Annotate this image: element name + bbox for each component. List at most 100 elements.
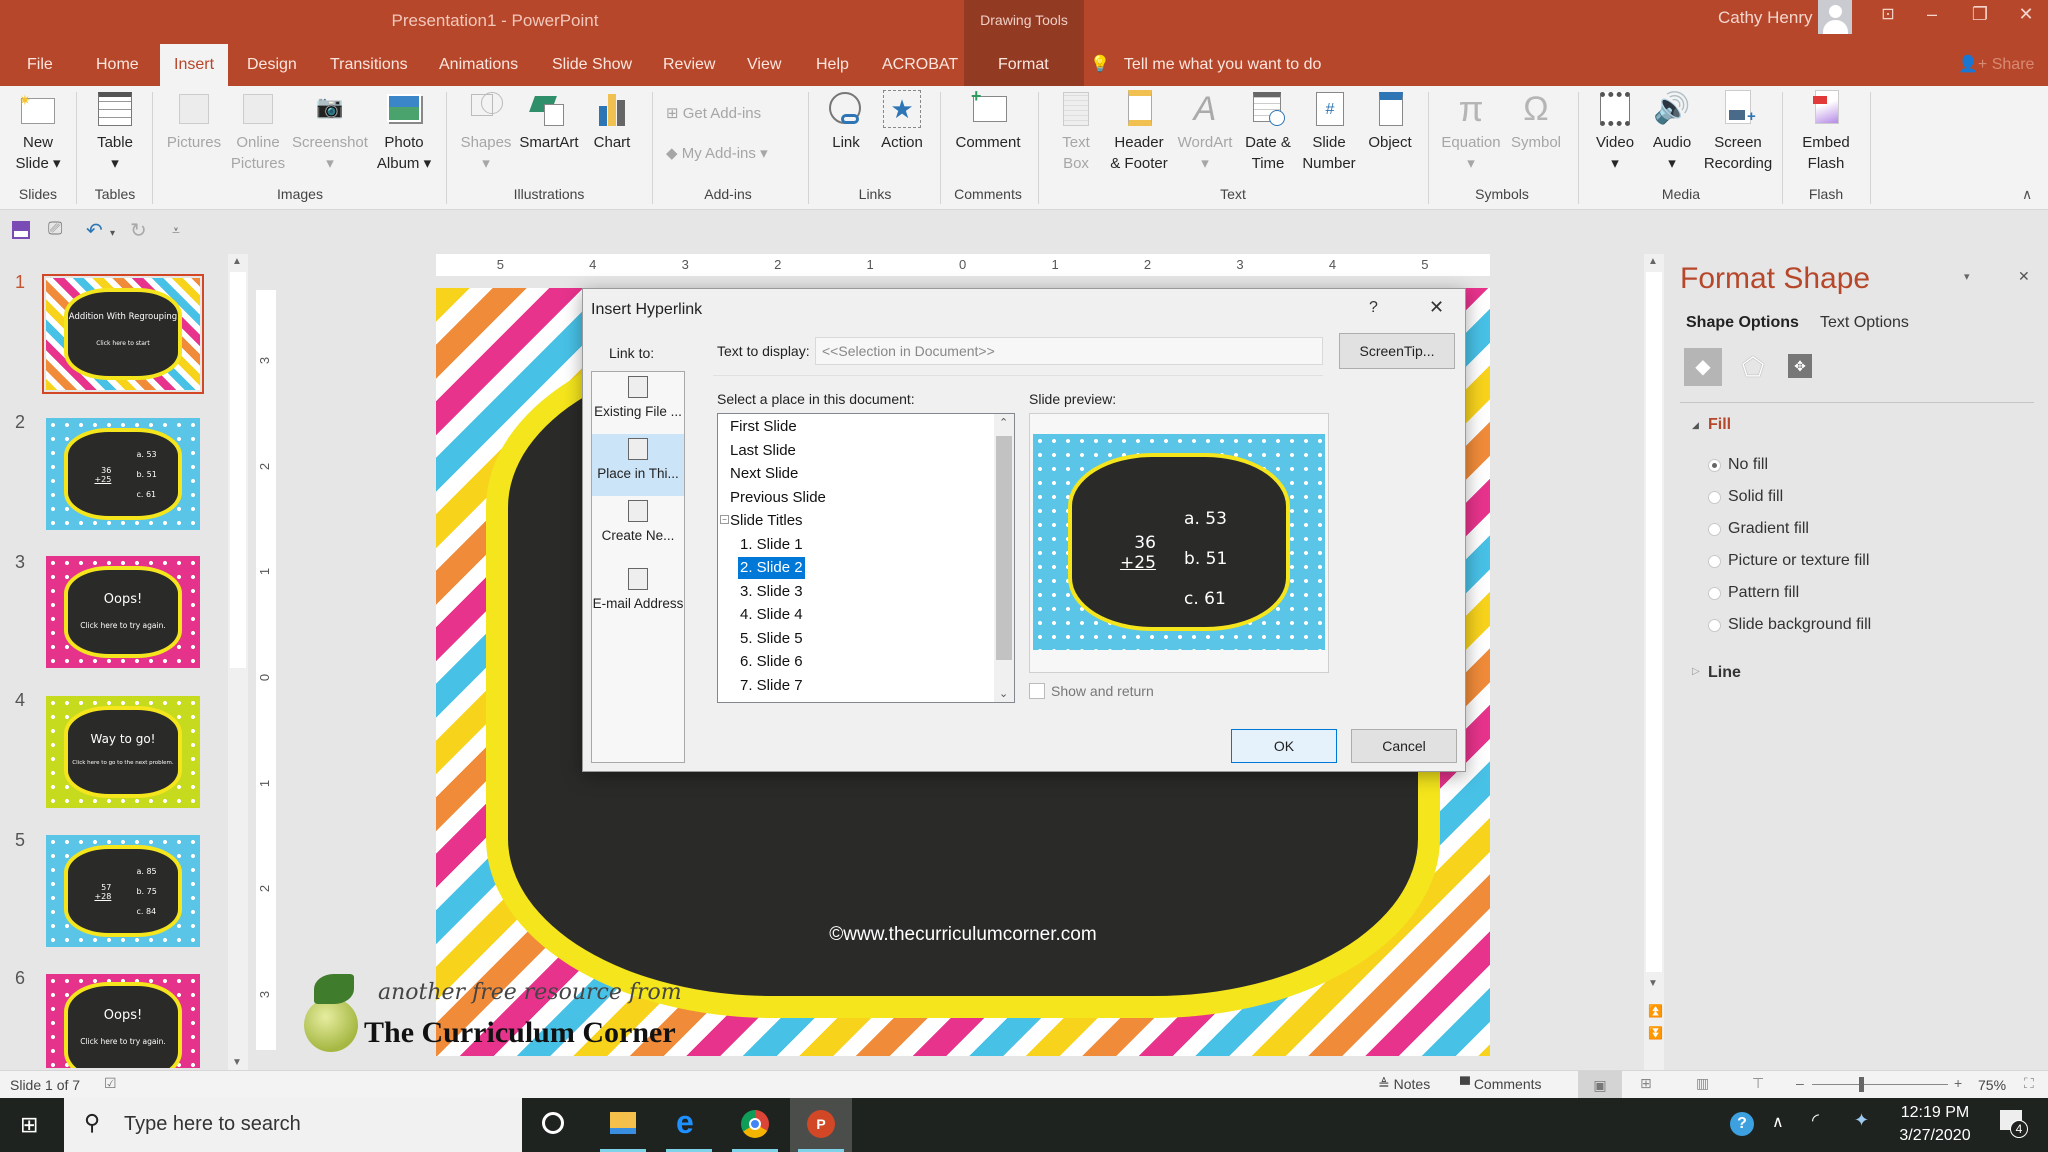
tab-view[interactable]: View	[747, 56, 781, 74]
tab-file[interactable]: File	[27, 56, 53, 74]
scroll-up-icon[interactable]: ▲	[232, 256, 242, 267]
restore-button[interactable]: ❐	[1960, 4, 2000, 25]
text-box-button[interactable]: Text Box	[1046, 90, 1106, 174]
slide-show-icon[interactable]: ⊤	[1752, 1075, 1764, 1092]
editor-scrollbar[interactable]: ▲ ▼ ⏫ ⏬	[1644, 254, 1664, 1070]
link-to-email[interactable]: E-mail Address	[592, 564, 684, 626]
screen-recording-button[interactable]: + Screen Recording	[1700, 90, 1776, 174]
reading-view-icon[interactable]: ▥	[1696, 1075, 1709, 1092]
action-button[interactable]: ★ Action	[874, 90, 930, 153]
taskbar-powerpoint[interactable]: P	[790, 1098, 852, 1152]
date-time-button[interactable]: Date & Time	[1238, 90, 1298, 174]
tab-home[interactable]: Home	[96, 56, 139, 74]
zoom-level[interactable]: 75%	[1978, 1077, 2006, 1093]
comments-button[interactable]: ▀ Comments	[1460, 1076, 1542, 1092]
help-button[interactable]: ?	[1369, 299, 1378, 317]
notes-button[interactable]: ≜ Notes	[1378, 1076, 1430, 1093]
help-tray-icon[interactable]: ?	[1730, 1112, 1754, 1136]
previous-slide-icon[interactable]: ⏫	[1648, 1004, 1663, 1018]
pane-close-icon[interactable]: ✕	[2018, 268, 2030, 285]
fill-line-icon[interactable]: ◆	[1684, 348, 1722, 386]
tab-help[interactable]: Help	[816, 56, 849, 74]
place-item[interactable]: 7. Slide 7	[738, 675, 805, 697]
place-item[interactable]: 5. Slide 5	[738, 628, 805, 650]
scroll-up-icon[interactable]: ⌃	[999, 416, 1008, 429]
undo-icon[interactable]: ↶	[86, 218, 103, 243]
show-and-return-checkbox[interactable]	[1029, 683, 1045, 699]
screentip-button[interactable]: ScreenTip...	[1339, 333, 1455, 369]
line-section-header[interactable]: Line	[1708, 664, 1741, 682]
redo-icon[interactable]: ↻	[130, 218, 147, 243]
scroll-down-icon[interactable]: ▼	[1648, 978, 1658, 989]
tab-text-options[interactable]: Text Options	[1820, 314, 1909, 332]
tab-format[interactable]: Format	[998, 56, 1049, 74]
tab-review[interactable]: Review	[663, 56, 715, 74]
tab-transitions[interactable]: Transitions	[330, 56, 408, 74]
link-button[interactable]: Link	[820, 90, 872, 153]
scrollbar-thumb[interactable]	[996, 436, 1012, 660]
scrollbar-thumb[interactable]	[230, 272, 246, 668]
header-footer-button[interactable]: Header & Footer	[1104, 90, 1174, 174]
fill-option-no-fill[interactable]: No fill	[1708, 456, 1768, 474]
my-addins-button[interactable]: ◆ My Add-ins ▾	[666, 144, 768, 162]
slide-thumbnail-3[interactable]: Oops! Click here to try again.	[46, 556, 200, 668]
slide-sorter-icon[interactable]: ⊞	[1640, 1075, 1652, 1092]
dialog-close-button[interactable]: ✕	[1429, 297, 1444, 318]
screenshot-button[interactable]: 📷 Screenshot ▾	[290, 90, 370, 174]
pictures-button[interactable]: Pictures	[164, 90, 224, 153]
thumbnail-scrollbar[interactable]: ▲ ▼	[228, 254, 248, 1070]
fill-option-pattern[interactable]: Pattern fill	[1708, 584, 1799, 602]
slide-thumbnail-4[interactable]: Way to go! Click here to go to the next …	[46, 696, 200, 808]
radio-button[interactable]	[1708, 587, 1721, 600]
slide-thumbnail-5[interactable]: 57 +28 a. 85 b. 75 c. 84	[46, 835, 200, 947]
smartart-button[interactable]: SmartArt	[514, 90, 584, 153]
tab-acrobat[interactable]: ACROBAT	[882, 56, 958, 74]
radio-button[interactable]	[1708, 491, 1721, 504]
taskbar-chrome[interactable]	[724, 1098, 786, 1152]
object-button[interactable]: Object	[1360, 90, 1420, 153]
place-item[interactable]: Next Slide	[728, 463, 800, 485]
tell-me-search[interactable]: 💡 Tell me what you want to do	[1090, 54, 1321, 74]
online-pictures-button[interactable]: Online Pictures	[228, 90, 288, 174]
tab-insert[interactable]: Insert	[160, 44, 229, 87]
slide-thumbnail-2[interactable]: 36 +25 a. 53 b. 51 c. 61	[46, 418, 200, 530]
wordart-button[interactable]: A WordArt ▾	[1172, 90, 1238, 174]
save-icon[interactable]	[12, 221, 30, 239]
place-list-scrollbar[interactable]: ⌃ ⌄	[994, 414, 1014, 702]
user-name[interactable]: Cathy Henry	[1718, 8, 1812, 28]
action-center-icon[interactable]: 4	[2000, 1110, 2028, 1138]
collapse-ribbon-icon[interactable]: ∧	[2022, 186, 2032, 203]
place-item[interactable]: Previous Slide	[728, 487, 828, 509]
taskbar-edge[interactable]: e	[658, 1098, 720, 1152]
fill-option-slide-background[interactable]: Slide background fill	[1708, 616, 1871, 634]
scroll-up-icon[interactable]: ▲	[1648, 256, 1658, 267]
symbol-button[interactable]: Ω Symbol	[1504, 90, 1568, 153]
scrollbar-thumb[interactable]	[1646, 272, 1662, 972]
link-to-place-in-document[interactable]: Place in Thi...	[592, 434, 684, 496]
video-button[interactable]: Video ▾	[1586, 90, 1644, 174]
tab-slide-show[interactable]: Slide Show	[552, 56, 632, 74]
next-slide-icon[interactable]: ⏬	[1648, 1026, 1663, 1040]
place-item[interactable]: 4. Slide 4	[738, 604, 805, 626]
zoom-slider-thumb[interactable]	[1859, 1077, 1865, 1092]
slide-thumbnail-6[interactable]: Oops! Click here to try again.	[46, 974, 200, 1068]
fill-option-solid[interactable]: Solid fill	[1708, 488, 1783, 506]
minimize-button[interactable]: –	[1912, 4, 1952, 25]
fill-option-picture-texture[interactable]: Picture or texture fill	[1708, 552, 1869, 570]
zoom-in-button[interactable]: +	[1954, 1075, 1962, 1091]
dropbox-icon[interactable]: ✦	[1854, 1110, 1869, 1131]
share-button[interactable]: 👤+ Share	[1958, 54, 2034, 74]
clock-time[interactable]: 12:19 PM	[1890, 1104, 1980, 1122]
radio-button[interactable]	[1708, 619, 1721, 632]
normal-view-icon[interactable]: ▣	[1578, 1071, 1622, 1099]
pane-options-dropdown-icon[interactable]: ▾	[1964, 270, 1970, 283]
radio-button[interactable]	[1708, 555, 1721, 568]
link-to-create-new[interactable]: Create Ne...	[592, 496, 684, 558]
undo-dropdown-icon[interactable]: ▾	[110, 228, 115, 239]
table-button[interactable]: Table ▾	[90, 90, 140, 174]
audio-button[interactable]: 🔊 Audio ▾	[1644, 90, 1700, 174]
effects-pentagon-icon[interactable]: ⬠	[1734, 348, 1772, 386]
taskbar-search-box[interactable]: ⚲ Type here to search	[64, 1098, 522, 1152]
slide-credit-text[interactable]: ©www.thecurriculumcorner.com	[436, 924, 1490, 946]
place-item[interactable]: 3. Slide 3	[738, 581, 805, 603]
